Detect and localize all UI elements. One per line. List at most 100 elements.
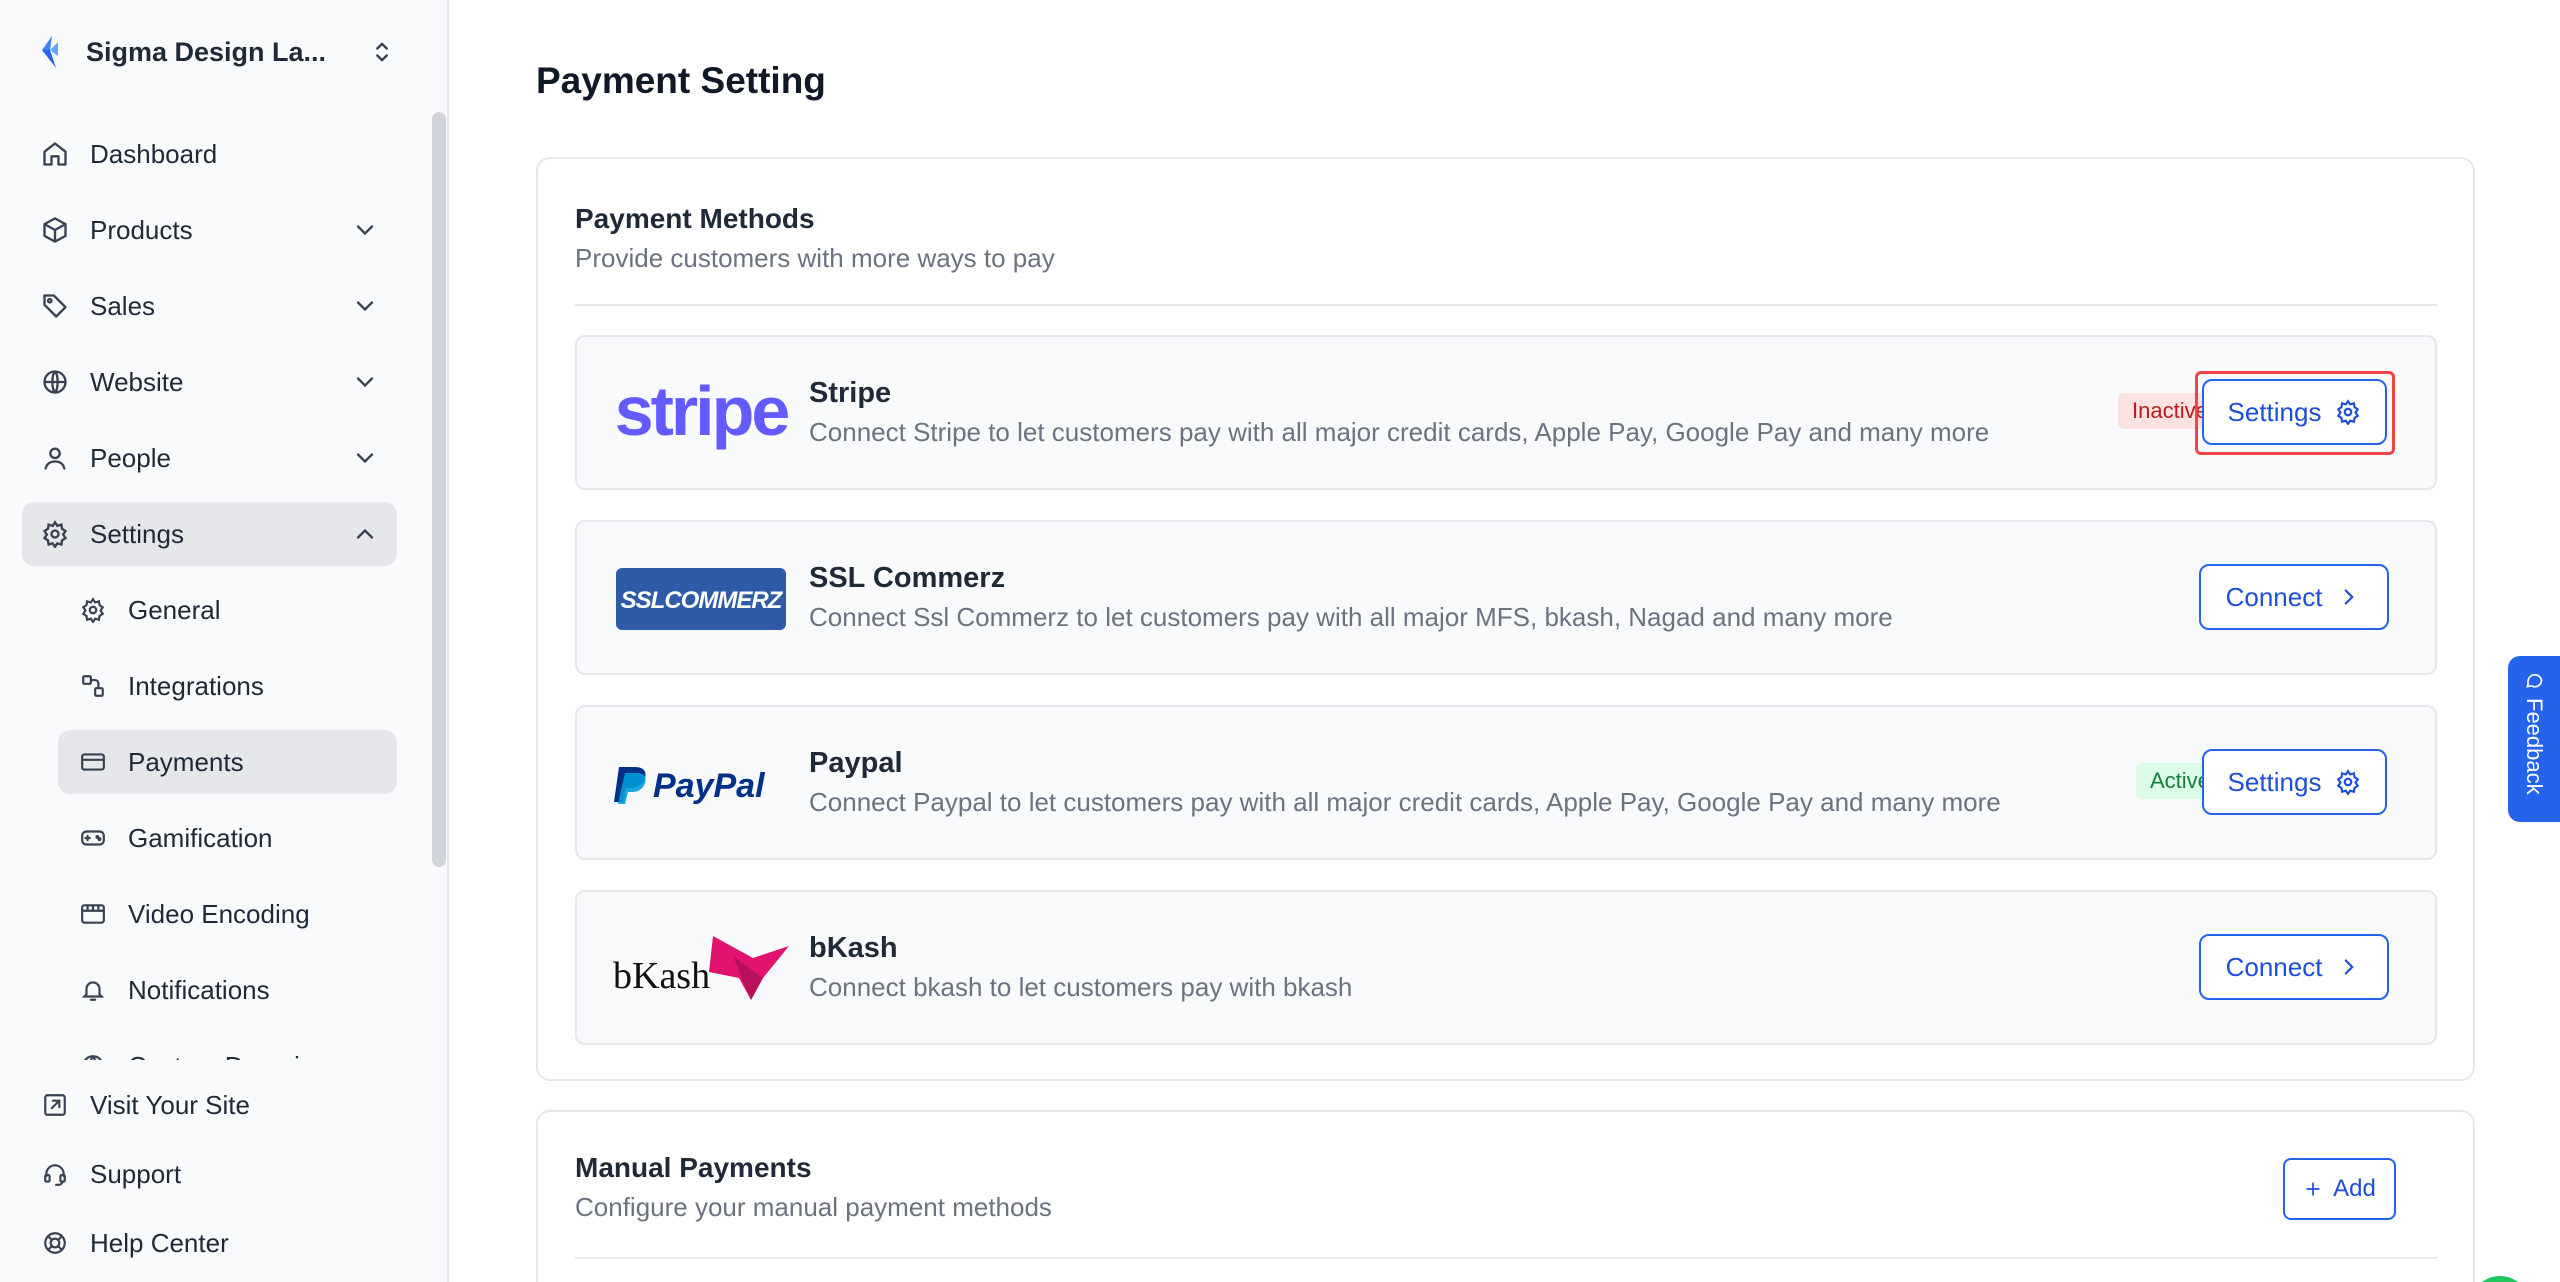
sidebar-subitem-payments[interactable]: Payments: [58, 730, 397, 794]
add-manual-payment-button[interactable]: Add: [2283, 1158, 2396, 1220]
bell-icon: [78, 975, 108, 1005]
main-content: Payment Setting Payment Methods Provide …: [451, 0, 2560, 1282]
divider: [575, 304, 2437, 306]
gear-icon: [2337, 399, 2360, 425]
chevron-up-down-icon[interactable]: [368, 38, 396, 66]
sidebar-subitem-gamification[interactable]: Gamification: [58, 806, 397, 870]
button-label: Connect: [2225, 951, 2323, 982]
chevron-right-icon: [2345, 959, 2355, 975]
gear-icon: [2337, 769, 2360, 795]
method-name: Stripe: [809, 377, 892, 409]
chevron-down-icon: [356, 453, 374, 464]
method-description: Connect Stripe to let customers pay with…: [809, 417, 1990, 447]
sidebar-item-label: Products: [90, 214, 193, 245]
sidebar-subitem-notifications[interactable]: Notifications: [58, 958, 397, 1022]
sidebar-subitem-custom-domain[interactable]: Custom Domain: [58, 1034, 397, 1060]
visit-site-label: Visit Your Site: [90, 1089, 250, 1120]
sidebar-item-people[interactable]: People: [22, 426, 397, 490]
video-icon: [78, 899, 108, 929]
sslcommerz-logo-icon: SSLCOMMERZ: [616, 568, 786, 630]
credit-card-icon: [78, 747, 108, 777]
sslcommerz-logo: SSLCOMMERZ: [613, 558, 789, 640]
section-subtitle: Provide customers with more ways to pay: [575, 243, 1055, 273]
box-icon: [40, 215, 70, 245]
brand-logo-icon: [42, 36, 58, 68]
feedback-tab[interactable]: Feedback: [2508, 656, 2560, 822]
divider: [575, 1257, 2437, 1259]
button-label: Settings: [2227, 766, 2322, 797]
help-center-label: Help Center: [90, 1227, 229, 1258]
org-name: Sigma Design La...: [86, 36, 327, 67]
visit-site-link[interactable]: Visit Your Site: [22, 1075, 397, 1135]
sidebar-subitem-general[interactable]: General: [58, 578, 397, 642]
chevron-up-icon: [356, 528, 374, 539]
svg-text:SSLCOMMERZ: SSLCOMMERZ: [621, 587, 784, 614]
svg-text:stripe: stripe: [615, 373, 789, 450]
chevron-down-icon: [356, 225, 374, 236]
sidebar-subitem-integrations[interactable]: Integrations: [58, 654, 397, 718]
button-label: Settings: [2227, 396, 2322, 427]
method-description: Connect bkash to let customers pay with …: [809, 972, 1353, 1002]
sidebar-item-products[interactable]: Products: [22, 198, 397, 262]
gear-icon: [78, 595, 108, 625]
svg-text:PayPal: PayPal: [653, 767, 766, 805]
svg-text:bKash: bKash: [613, 955, 710, 997]
sidebar-scrollbar[interactable]: [432, 112, 446, 867]
sidebar-item-website[interactable]: Website: [22, 350, 397, 414]
payment-method-stripe: stripe Stripe Connect Stripe to let cust…: [575, 335, 2437, 490]
paypal-settings-button[interactable]: Settings: [2202, 749, 2387, 815]
payment-method-sslcommerz: SSLCOMMERZ SSL Commerz Connect Ssl Comme…: [575, 520, 2437, 675]
bkash-logo: bKash: [613, 928, 789, 1010]
sidebar-subitem-label: Custom Domain: [128, 1051, 314, 1061]
feedback-label: Feedback: [2522, 698, 2547, 795]
sidebar-item-label: People: [90, 442, 171, 473]
stripe-logo-icon: stripe: [615, 373, 789, 450]
sidebar-subitem-label: Integrations: [128, 670, 264, 701]
sidebar-subitem-label: Notifications: [128, 974, 270, 1005]
sidebar-item-label: Website: [90, 366, 184, 397]
sidebar-subitem-label: Video Encoding: [128, 898, 310, 929]
button-label: Connect: [2225, 581, 2323, 612]
method-name: SSL Commerz: [809, 562, 1006, 594]
integrations-icon: [78, 671, 108, 701]
sidebar-item-label: Dashboard: [90, 138, 218, 169]
section-subtitle: Configure your manual payment methods: [575, 1192, 1052, 1222]
section-title: Payment Methods: [575, 203, 815, 234]
plus-icon: [2306, 1182, 2320, 1196]
sidebar-subitem-label: General: [128, 594, 221, 625]
sslcommerz-connect-button[interactable]: Connect: [2199, 564, 2389, 630]
sidebar-item-sales[interactable]: Sales: [22, 274, 397, 338]
external-link-icon: [40, 1090, 70, 1120]
sidebar-item-label: Sales: [90, 290, 156, 321]
support-label: Support: [90, 1158, 182, 1189]
chevron-right-icon: [2345, 589, 2355, 605]
home-icon: [40, 139, 70, 169]
method-name: Paypal: [809, 747, 903, 779]
org-switcher[interactable]: Sigma Design La...: [36, 26, 396, 78]
chat-icon: [2526, 673, 2543, 688]
sidebar-subitem-video-encoding[interactable]: Video Encoding: [58, 882, 397, 946]
stripe-logo: stripe: [613, 373, 789, 455]
manual-payments-card: Manual Payments Configure your manual pa…: [536, 1110, 2475, 1282]
user-icon: [40, 443, 70, 473]
method-name: bKash: [809, 932, 898, 964]
chevron-down-icon: [356, 301, 374, 312]
lifebuoy-icon: [40, 1228, 70, 1258]
sidebar-item-settings[interactable]: Settings: [22, 502, 397, 566]
sidebar-subitem-label: Gamification: [128, 822, 273, 853]
paypal-logo: PayPal: [613, 743, 789, 825]
payment-methods-card: Payment Methods Provide customers with m…: [536, 157, 2475, 1081]
gamepad-icon: [78, 823, 108, 853]
bkash-logo-icon: bKash: [613, 936, 789, 1000]
sidebar-item-dashboard[interactable]: Dashboard: [22, 122, 397, 186]
headset-icon: [40, 1159, 70, 1189]
button-label: Add: [2333, 1175, 2376, 1202]
method-description: Connect Ssl Commerz to let customers pay…: [809, 602, 1893, 632]
page-title: Payment Setting: [536, 60, 826, 101]
globe-icon: [78, 1051, 108, 1060]
payment-method-bkash: bKash bKash Connect bkash to let custome…: [575, 890, 2437, 1045]
stripe-settings-button[interactable]: Settings: [2202, 379, 2387, 445]
help-center-link[interactable]: Help Center: [22, 1213, 397, 1273]
bkash-connect-button[interactable]: Connect: [2199, 934, 2389, 1000]
support-link[interactable]: Support: [22, 1144, 397, 1204]
